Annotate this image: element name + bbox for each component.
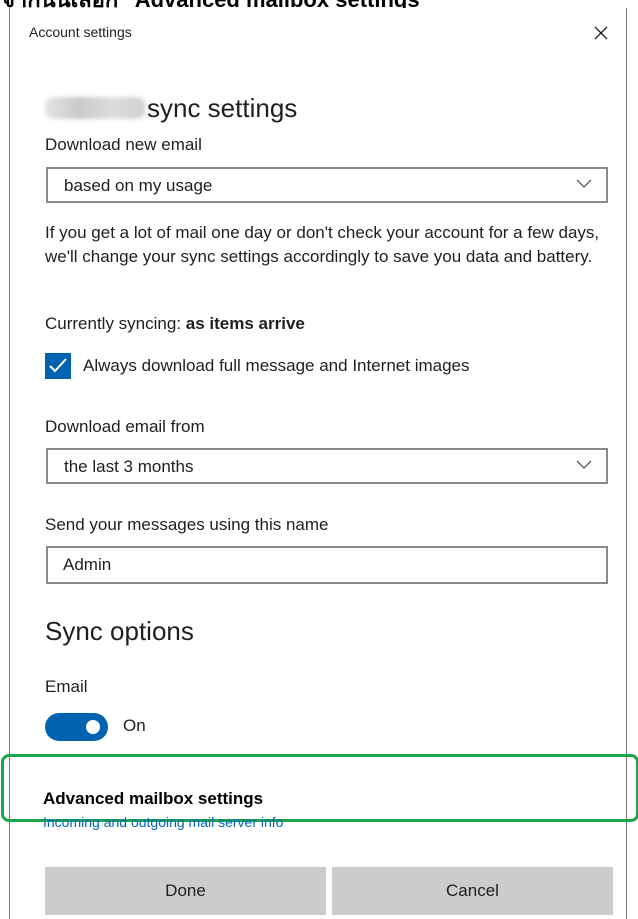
- close-button[interactable]: [586, 18, 616, 48]
- download-new-email-label: Download new email: [45, 135, 202, 154]
- highlight-box: [1, 754, 638, 822]
- download-email-from-dropdown[interactable]: the last 3 months: [46, 448, 608, 484]
- close-icon: [594, 26, 608, 40]
- full-message-checkbox-label[interactable]: Always download full message and Interne…: [83, 356, 470, 376]
- download-email-from-label: Download email from: [45, 417, 205, 436]
- toggle-knob: [86, 720, 100, 734]
- advanced-mailbox-settings-title[interactable]: Advanced mailbox settings: [43, 789, 263, 809]
- send-name-input[interactable]: [46, 546, 608, 584]
- checkmark-icon: [49, 358, 67, 373]
- title-bar: Account settings: [10, 8, 626, 56]
- currently-syncing-text: Currently syncing: as items arrive: [45, 312, 620, 336]
- sync-settings-heading: sync settings: [45, 88, 297, 128]
- mail-server-info-link[interactable]: Incoming and outgoing mail server info: [43, 814, 283, 830]
- sync-settings-title: sync settings: [147, 92, 298, 123]
- email-sync-label: Email: [45, 677, 88, 696]
- full-message-checkbox[interactable]: [45, 353, 71, 379]
- window-title: Account settings: [29, 24, 132, 40]
- dropdown-value: based on my usage: [64, 176, 213, 195]
- chevron-down-icon: [576, 460, 592, 469]
- dropdown-value: the last 3 months: [64, 457, 194, 476]
- currently-syncing-label: Currently syncing:: [45, 314, 186, 333]
- sync-options-title: Sync options: [45, 616, 194, 646]
- download-new-email-dropdown[interactable]: based on my usage: [46, 167, 608, 203]
- blurred-account-name: [45, 97, 145, 119]
- toggle-state-label: On: [123, 716, 146, 735]
- done-button[interactable]: Done: [45, 867, 326, 915]
- chevron-down-icon: [576, 179, 592, 188]
- currently-syncing-value: as items arrive: [185, 314, 305, 333]
- account-settings-dialog: Account settings sync settings Download …: [1, 8, 638, 919]
- send-name-label: Send your messages using this name: [45, 515, 329, 534]
- cancel-button[interactable]: Cancel: [332, 867, 613, 915]
- email-sync-toggle[interactable]: [45, 713, 108, 741]
- sync-help-text: If you get a lot of mail one day or don'…: [45, 223, 600, 266]
